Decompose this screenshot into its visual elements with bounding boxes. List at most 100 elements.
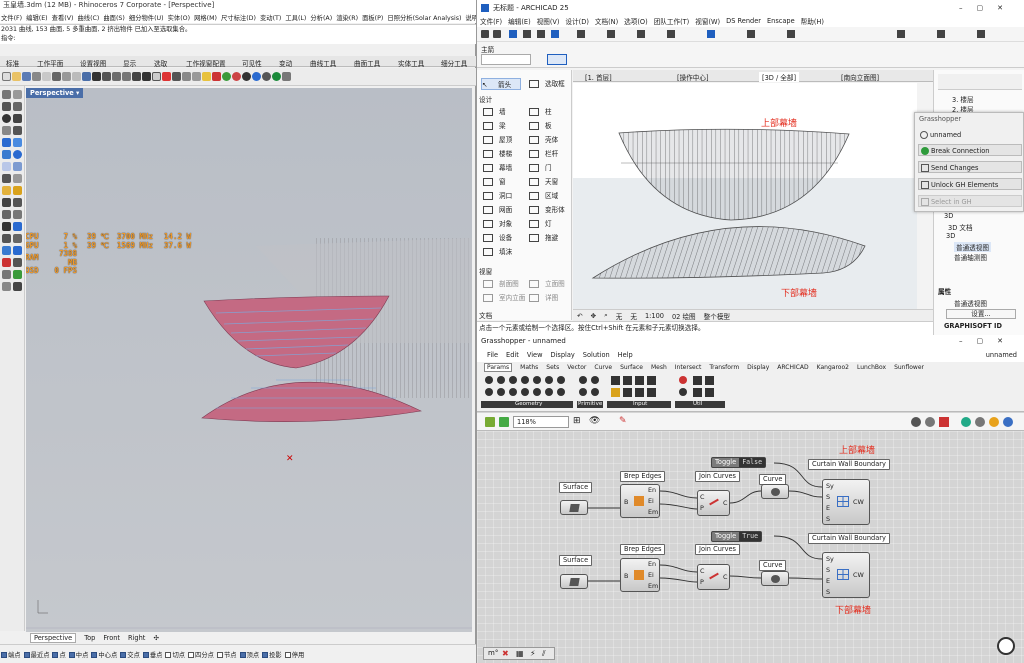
tool-zone[interactable]: 区域 [529, 190, 558, 202]
tab-select[interactable]: 选取 [154, 58, 167, 68]
gh-window-controls[interactable]: –▢✕ [959, 335, 1017, 348]
tool-column[interactable]: 柱 [529, 106, 552, 118]
mesh-icon[interactable] [2, 162, 11, 171]
gh-tab-curve[interactable]: Curve [594, 364, 612, 371]
gh-shaded-icon[interactable] [975, 417, 985, 427]
options-icon[interactable] [282, 72, 291, 81]
osnap-checkbox[interactable] [91, 651, 98, 658]
util-icon[interactable] [693, 388, 702, 397]
gh-tab-params[interactable]: Params [484, 362, 513, 372]
polygon-icon[interactable] [13, 126, 22, 135]
osnap-perp[interactable]: 垂点 [142, 650, 162, 659]
osnap-int[interactable]: 交点 [120, 650, 140, 659]
redo-icon[interactable] [493, 30, 501, 38]
point-icon[interactable] [13, 90, 22, 99]
opt-none-1[interactable]: 无 [616, 311, 623, 321]
lock-icon[interactable] [212, 72, 221, 81]
import-icon[interactable] [42, 72, 51, 81]
circle-icon[interactable] [2, 114, 11, 123]
tool-marquee[interactable]: 选取框 [529, 78, 565, 90]
gh-tab-lunchbox[interactable]: LunchBox [857, 364, 886, 371]
view-tab-south-elevation[interactable]: [南向立面图] [841, 72, 879, 82]
tool-skylight[interactable]: 天窗 [529, 176, 558, 188]
command-prompt[interactable]: 指令: [1, 34, 476, 43]
param-icon[interactable] [485, 388, 493, 396]
param-icon[interactable] [521, 376, 529, 384]
break-connection-button[interactable]: Break Connection [918, 144, 1022, 156]
rhino-menu-curve[interactable]: 曲线(C) [77, 13, 99, 22]
scale-icon[interactable] [2, 234, 11, 243]
gh-sketch-icon[interactable]: ✎ [619, 416, 627, 426]
tool-curtain-wall[interactable]: 幕墙 [483, 162, 512, 174]
gh-tab-kangaroo[interactable]: Kangaroo2 [817, 364, 849, 371]
upper-curtain-wall[interactable] [203, 295, 390, 369]
new-icon[interactable] [2, 72, 11, 81]
analyze-icon[interactable] [2, 258, 11, 267]
gh-menu-file[interactable]: File [487, 351, 498, 359]
input-icon[interactable] [611, 388, 620, 397]
input-icon[interactable] [635, 376, 644, 385]
polyline-icon[interactable] [2, 102, 11, 111]
ac-menu-edit[interactable]: 编辑(E) [508, 16, 531, 26]
input-icon[interactable] [611, 376, 620, 385]
tab-curve-tools[interactable]: 曲线工具 [310, 58, 336, 68]
vp-tab-top[interactable]: Top [84, 634, 95, 642]
nav-axonometric[interactable]: 普通轴测图 [954, 252, 987, 262]
util-icon[interactable] [705, 376, 714, 385]
select-in-gh-button[interactable]: Select in GH [918, 195, 1022, 207]
move-tool-icon[interactable] [2, 222, 11, 231]
tool-roof-tile[interactable]: 拖避 [529, 232, 558, 244]
rhino-menu-solid[interactable]: 实体(O) [168, 13, 190, 22]
tab-cplanes[interactable]: 工作平面 [37, 58, 63, 68]
material-icon[interactable] [262, 72, 271, 81]
gh-tab-vector[interactable]: Vector [567, 364, 586, 371]
add-viewport-icon[interactable]: ✣ [153, 634, 159, 642]
tool-opening[interactable]: 洞口 [483, 190, 512, 202]
osnap-checkbox[interactable] [68, 651, 75, 658]
drafting-icon[interactable] [2, 282, 11, 291]
tool-equipment[interactable]: 设备 [483, 232, 512, 244]
pan-icon[interactable] [92, 72, 101, 81]
osnap-checkbox[interactable] [239, 651, 246, 658]
rhino-menu-view[interactable]: 查看(V) [52, 13, 74, 22]
osnap-vertex[interactable]: 顶点 [239, 650, 259, 659]
ac-menu-help[interactable]: 帮助(H) [801, 16, 824, 26]
osnap-checkbox[interactable] [142, 651, 149, 658]
trim-icon[interactable] [2, 198, 11, 207]
sphere-icon[interactable] [13, 150, 22, 159]
nav-settings-button[interactable]: 设置... [946, 309, 1016, 319]
magic-wand-icon[interactable] [551, 30, 559, 38]
ac-menu-options[interactable]: 选项(O) [624, 16, 648, 26]
nav-3d-docs[interactable]: 3D 文档 [948, 222, 973, 232]
chamfer-icon[interactable] [13, 186, 22, 195]
layer-icon[interactable] [637, 30, 645, 38]
osnap-center[interactable]: 中心点 [91, 650, 117, 659]
gh-zoom-field[interactable]: 118% [513, 416, 569, 428]
move-icon[interactable] [172, 72, 181, 81]
undo-icon[interactable] [481, 30, 489, 38]
tab-standard[interactable]: 标准 [6, 58, 19, 68]
rhino-menu-dimension[interactable]: 尺寸标注(D) [221, 13, 256, 22]
param-icon[interactable] [509, 376, 517, 384]
osnap-tan[interactable]: 切点 [165, 650, 185, 659]
zoom-extents-icon[interactable] [132, 72, 141, 81]
rhino-perspective-viewport[interactable]: ✕ Perspective ▾ CPU 7 % 39 ℃ 3700 MHz 14.2 W… [26, 88, 472, 632]
toggle-bottom[interactable]: Toggle True [711, 531, 763, 542]
input-icon[interactable] [623, 376, 632, 385]
section-design[interactable]: 设计 [479, 94, 492, 104]
gh-grid-icon[interactable]: ▦ [516, 649, 524, 658]
osnap-mid[interactable]: 中点 [68, 650, 88, 659]
navigator-toolbar[interactable] [938, 74, 1022, 90]
ac-menu-view[interactable]: 视图(V) [537, 16, 560, 26]
fillet-icon[interactable] [2, 186, 11, 195]
tool-fill[interactable]: 填沫 [483, 246, 512, 258]
nav-3d-folder[interactable]: 3D [946, 232, 955, 240]
copy-icon[interactable] [62, 72, 71, 81]
zoom-window-icon[interactable] [122, 72, 131, 81]
tool-object[interactable]: 对象 [483, 218, 512, 230]
print-icon[interactable] [32, 72, 41, 81]
input-icon[interactable] [647, 388, 656, 397]
tool-interior-elevation[interactable]: 室内立面 [483, 292, 525, 304]
rhino-menu-edit[interactable]: 编辑(E) [26, 13, 48, 22]
gh-widget-bar[interactable]: m° ✖ ▦ ⚡ ⫽ [483, 647, 555, 660]
